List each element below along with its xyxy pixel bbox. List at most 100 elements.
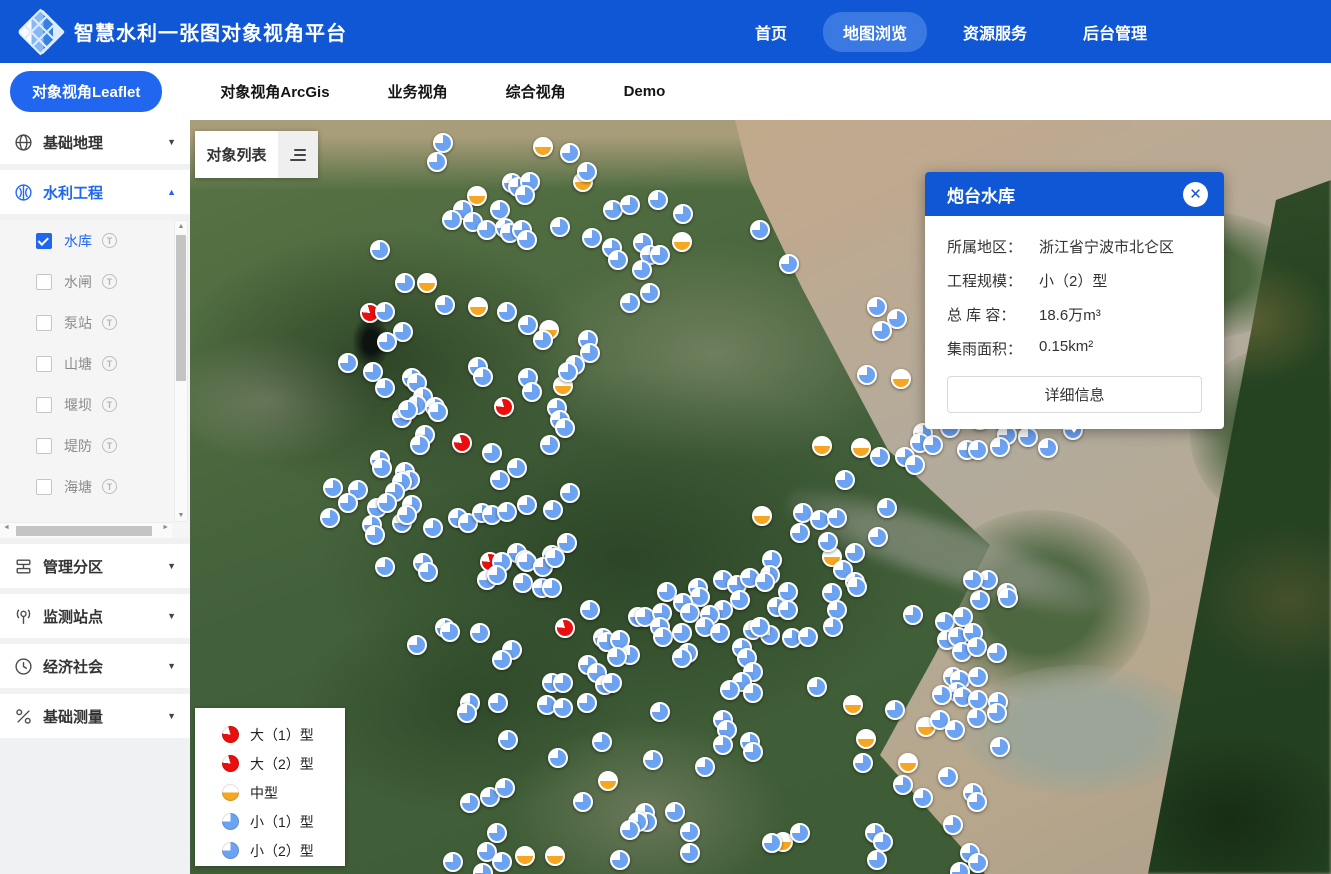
reservoir-marker-blue[interactable] [365,525,385,545]
list-icon[interactable] [278,131,318,178]
reservoir-marker-blue[interactable] [893,775,913,795]
reservoir-marker-orange[interactable] [843,695,863,715]
reservoir-marker-blue[interactable] [398,400,418,420]
reservoir-marker-blue[interactable] [743,683,763,703]
reservoir-marker-blue[interactable] [395,273,415,293]
reservoir-marker-blue[interactable] [990,737,1010,757]
reservoir-marker-blue[interactable] [492,852,512,872]
reservoir-marker-blue[interactable] [555,418,575,438]
reservoir-marker-blue[interactable] [573,792,593,812]
reservoir-marker-blue[interactable] [320,508,340,528]
object-list-button[interactable]: 对象列表 [195,131,318,178]
seawall-checkbox[interactable] [36,479,52,495]
reservoir-marker-blue[interactable] [540,435,560,455]
reservoir-marker-blue[interactable] [923,435,943,455]
reservoir-marker-blue[interactable] [560,143,580,163]
reservoir-marker-blue[interactable] [713,735,733,755]
sidebar-section-water-projects[interactable]: 水利工程 ▲ [0,170,190,214]
reservoir-marker-blue[interactable] [990,437,1010,457]
reservoir-marker-blue[interactable] [375,302,395,322]
reservoir-marker-blue[interactable] [885,700,905,720]
reservoir-marker-blue[interactable] [938,767,958,787]
subnav-item-object-view-arcgis[interactable]: 对象视角ArcGis [220,81,329,102]
label-toggle-icon[interactable]: T [102,397,117,412]
reservoir-marker-blue[interactable] [730,590,750,610]
reservoir-marker-blue[interactable] [517,230,537,250]
reservoir-marker-orange[interactable] [515,846,535,866]
reservoir-marker-blue[interactable] [845,543,865,563]
sidebar-section-management-zones[interactable]: 管理分区 ▼ [0,544,190,588]
reservoir-marker-blue[interactable] [868,527,888,547]
reservoir-marker-blue[interactable] [620,820,640,840]
label-toggle-icon[interactable]: T [102,274,117,289]
reservoir-marker-blue[interactable] [560,483,580,503]
reservoir-marker-blue[interactable] [610,850,630,870]
reservoir-marker-blue[interactable] [835,470,855,490]
reservoir-marker-orange[interactable] [898,753,918,773]
reservoir-marker-blue[interactable] [870,447,890,467]
reservoir-marker-orange[interactable] [812,436,832,456]
reservoir-marker-blue[interactable] [1038,438,1058,458]
reservoir-marker-orange[interactable] [672,232,692,252]
reservoir-marker-blue[interactable] [877,498,897,518]
reservoir-marker-blue[interactable] [533,330,553,350]
reservoir-marker-blue[interactable] [608,250,628,270]
reservoir-marker-blue[interactable] [790,523,810,543]
reservoir-marker-blue[interactable] [513,573,533,593]
vertical-scrollbar[interactable]: ▲ ▼ [174,220,188,522]
reservoir-marker-blue[interactable] [968,853,988,873]
reservoir-marker-blue[interactable] [607,647,627,667]
reservoir-marker-red[interactable] [452,433,472,453]
reservoir-marker-blue[interactable] [582,228,602,248]
horizontal-scrollbar[interactable]: ◄ ► [0,522,172,538]
reservoir-marker-blue[interactable] [515,185,535,205]
mountain-pond-checkbox[interactable] [36,356,52,372]
reservoir-marker-blue[interactable] [435,295,455,315]
reservoir-marker-blue[interactable] [490,470,510,490]
reservoir-marker-blue[interactable] [743,742,763,762]
reservoir-marker-blue[interactable] [643,750,663,770]
reservoir-marker-blue[interactable] [443,852,463,872]
weir-checkbox[interactable] [36,397,52,413]
reservoir-marker-blue[interactable] [778,600,798,620]
reservoir-marker-blue[interactable] [433,133,453,153]
close-icon[interactable]: ✕ [1183,182,1208,207]
reservoir-marker-blue[interactable] [553,673,573,693]
reservoir-marker-blue[interactable] [872,321,892,341]
reservoir-marker-blue[interactable] [548,748,568,768]
reservoir-marker-blue[interactable] [847,577,867,597]
reservoir-marker-blue[interactable] [495,778,515,798]
reservoir-marker-red[interactable] [555,618,575,638]
reservoir-marker-blue[interactable] [750,220,770,240]
reservoir-marker-blue[interactable] [790,823,810,843]
label-toggle-icon[interactable]: T [102,438,117,453]
reservoir-marker-blue[interactable] [632,260,652,280]
reservoir-marker-blue[interactable] [672,623,692,643]
reservoir-marker-blue[interactable] [818,532,838,552]
sidebar-section-economy-society[interactable]: 经济社会 ▼ [0,644,190,688]
reservoir-marker-blue[interactable] [377,493,397,513]
reservoir-marker-blue[interactable] [427,152,447,172]
reservoir-marker-blue[interactable] [497,302,517,322]
reservoir-marker-blue[interactable] [970,590,990,610]
label-toggle-icon[interactable]: T [102,356,117,371]
reservoir-marker-blue[interactable] [987,643,1007,663]
sidebar-item-sluice[interactable]: 水闸 T [0,261,190,302]
reservoir-marker-blue[interactable] [428,402,448,422]
reservoir-marker-orange[interactable] [468,297,488,317]
reservoir-marker-blue[interactable] [418,562,438,582]
reservoir-marker-blue[interactable] [695,757,715,777]
nav-item-map-browse[interactable]: 地图浏览 [823,12,927,52]
subnav-item-object-view-leaflet[interactable]: 对象视角Leaflet [10,71,162,112]
reservoir-marker-blue[interactable] [442,210,462,230]
subnav-item-comprehensive-view[interactable]: 综合视角 [506,81,566,102]
sidebar-item-dike[interactable]: 堤防 T [0,425,190,466]
map-canvas[interactable]: 对象列表 大（1）型 大（2）型 中型 小（1）型 小（2）型 [190,120,1331,874]
reservoir-marker-blue[interactable] [558,362,578,382]
reservoir-marker-blue[interactable] [410,435,430,455]
scroll-up-icon[interactable]: ▲ [175,223,187,230]
reservoir-marker-blue[interactable] [967,792,987,812]
reservoir-marker-blue[interactable] [423,518,443,538]
reservoir-marker-blue[interactable] [602,673,622,693]
reservoir-marker-blue[interactable] [798,627,818,647]
